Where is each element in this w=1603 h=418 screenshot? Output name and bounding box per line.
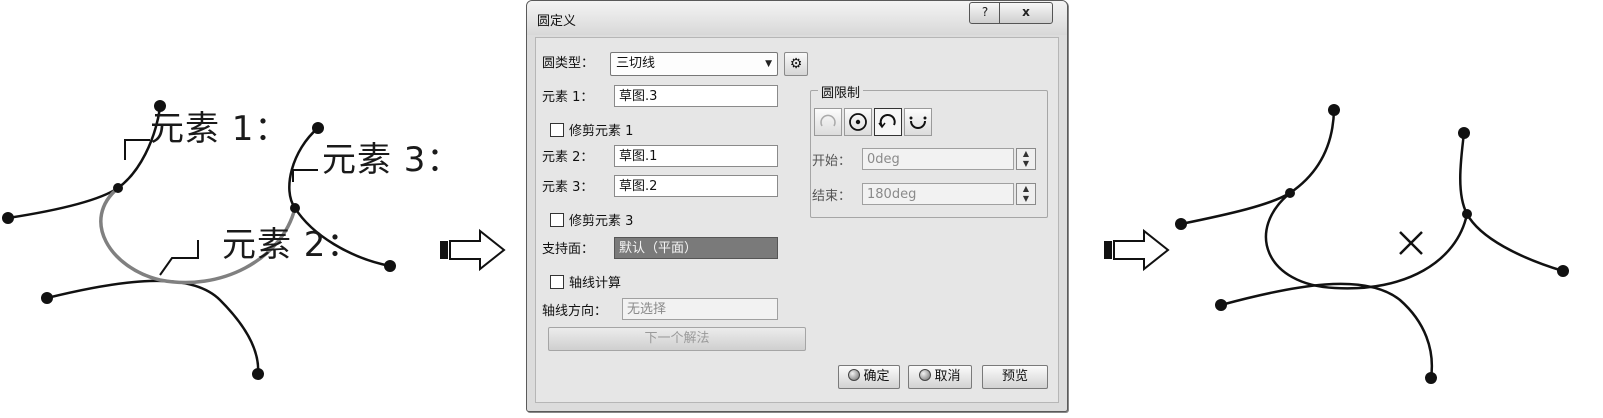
- tangent-point: [290, 203, 300, 213]
- before-sketch-canvas: [2, 100, 396, 380]
- endpoint: [41, 292, 53, 304]
- element2-label: 元素 2：: [542, 150, 594, 165]
- limit-full-circle-icon[interactable]: [844, 108, 872, 136]
- element2-curve: [46, 279, 260, 375]
- spinner-icon[interactable]: ▲ ▼: [1016, 148, 1036, 170]
- cancel-button[interactable]: 取消: [908, 365, 972, 389]
- circle-type-select[interactable]: 三切线 ▼: [610, 52, 778, 76]
- end-label: 结束：: [812, 189, 852, 204]
- trim-element1-label: 修剪元素 1: [569, 124, 634, 139]
- endpoint: [384, 260, 396, 272]
- trim-element3-checkbox[interactable]: 修剪元素 3: [550, 210, 633, 229]
- element1-field[interactable]: 草图.3: [614, 85, 778, 107]
- help-button[interactable]: ?: [969, 2, 1001, 24]
- limit-partial-icon[interactable]: [814, 108, 842, 136]
- limit-complement-icon[interactable]: [904, 108, 932, 136]
- trim-element1-checkbox[interactable]: 修剪元素 1: [550, 120, 633, 139]
- circle-definition-dialog: 圆定义 ? x 圆类型： 三切线 ▼ ⚙ 元素 1： 草图.3 修剪元素 1 元…: [526, 0, 1068, 412]
- checkbox-box: [550, 274, 564, 289]
- label-element1: 元素 1：: [150, 109, 290, 149]
- element3-label: 元素 3：: [542, 180, 594, 195]
- sketch-tool-icon[interactable]: ⚙: [784, 52, 808, 76]
- label-element2: 元素 2：: [222, 225, 362, 265]
- cancel-label: 取消: [934, 369, 961, 384]
- axis-direction-label: 轴线方向：: [542, 304, 608, 319]
- start-label: 开始：: [812, 154, 852, 169]
- preview-button[interactable]: 预览: [982, 365, 1048, 389]
- support-label: 支持面：: [542, 242, 595, 257]
- element1-curve: [1180, 109, 1336, 226]
- endpoint: [2, 212, 14, 224]
- arrow-right-icon: [440, 228, 506, 272]
- ok-dot-icon: [848, 369, 861, 381]
- element1-label: 元素 1：: [542, 90, 594, 105]
- start-angle-field[interactable]: 0deg: [862, 148, 1014, 170]
- limit-trim-icon[interactable]: [874, 108, 902, 136]
- cancel-dot-icon: [919, 369, 932, 381]
- endpoint: [252, 368, 264, 380]
- circle-type-value: 三切线: [616, 56, 656, 71]
- ok-button[interactable]: 确定: [838, 365, 900, 389]
- spinner-icon[interactable]: ▲ ▼: [1016, 183, 1036, 205]
- endpoint: [312, 122, 324, 134]
- element2-field[interactable]: 草图.1: [614, 145, 778, 167]
- combo-dropdown-icon: ▼: [765, 59, 772, 69]
- dialog-title: 圆定义: [537, 14, 577, 29]
- axis-compute-label: 轴线计算: [569, 276, 622, 291]
- trim-element3-label: 修剪元素 3: [569, 214, 634, 229]
- axis-compute-checkbox[interactable]: 轴线计算: [550, 272, 621, 291]
- circle-limits-title: 圆限制: [818, 82, 864, 101]
- element1-curve: [7, 107, 162, 220]
- after-sketch-canvas: [1175, 104, 1569, 384]
- label-element3: 元素 3：: [322, 140, 462, 180]
- checkbox-box: [550, 212, 564, 227]
- tangent-circle-arc: [1264, 192, 1469, 290]
- support-field[interactable]: 默认（平面）: [614, 237, 778, 259]
- element3-field[interactable]: 草图.2: [614, 175, 778, 197]
- element3-curve: [1459, 132, 1564, 273]
- dialog-body: 圆类型： 三切线 ▼ ⚙ 元素 1： 草图.3 修剪元素 1 元素 2： 草图.…: [535, 37, 1059, 403]
- tangent-point: [113, 183, 123, 193]
- next-solution-button[interactable]: 下一个解法: [548, 327, 806, 351]
- dialog-titlebar: 圆定义 ? x: [527, 1, 1067, 35]
- element2-curve: [1220, 282, 1434, 379]
- end-angle-field[interactable]: 180deg: [862, 183, 1014, 205]
- checkbox-box: [550, 122, 564, 137]
- arrow-right-icon: [1104, 228, 1170, 272]
- circle-type-label: 圆类型：: [542, 56, 595, 71]
- ok-label: 确定: [863, 369, 890, 384]
- axis-direction-field[interactable]: 无选择: [622, 298, 778, 320]
- close-button[interactable]: x: [999, 2, 1053, 24]
